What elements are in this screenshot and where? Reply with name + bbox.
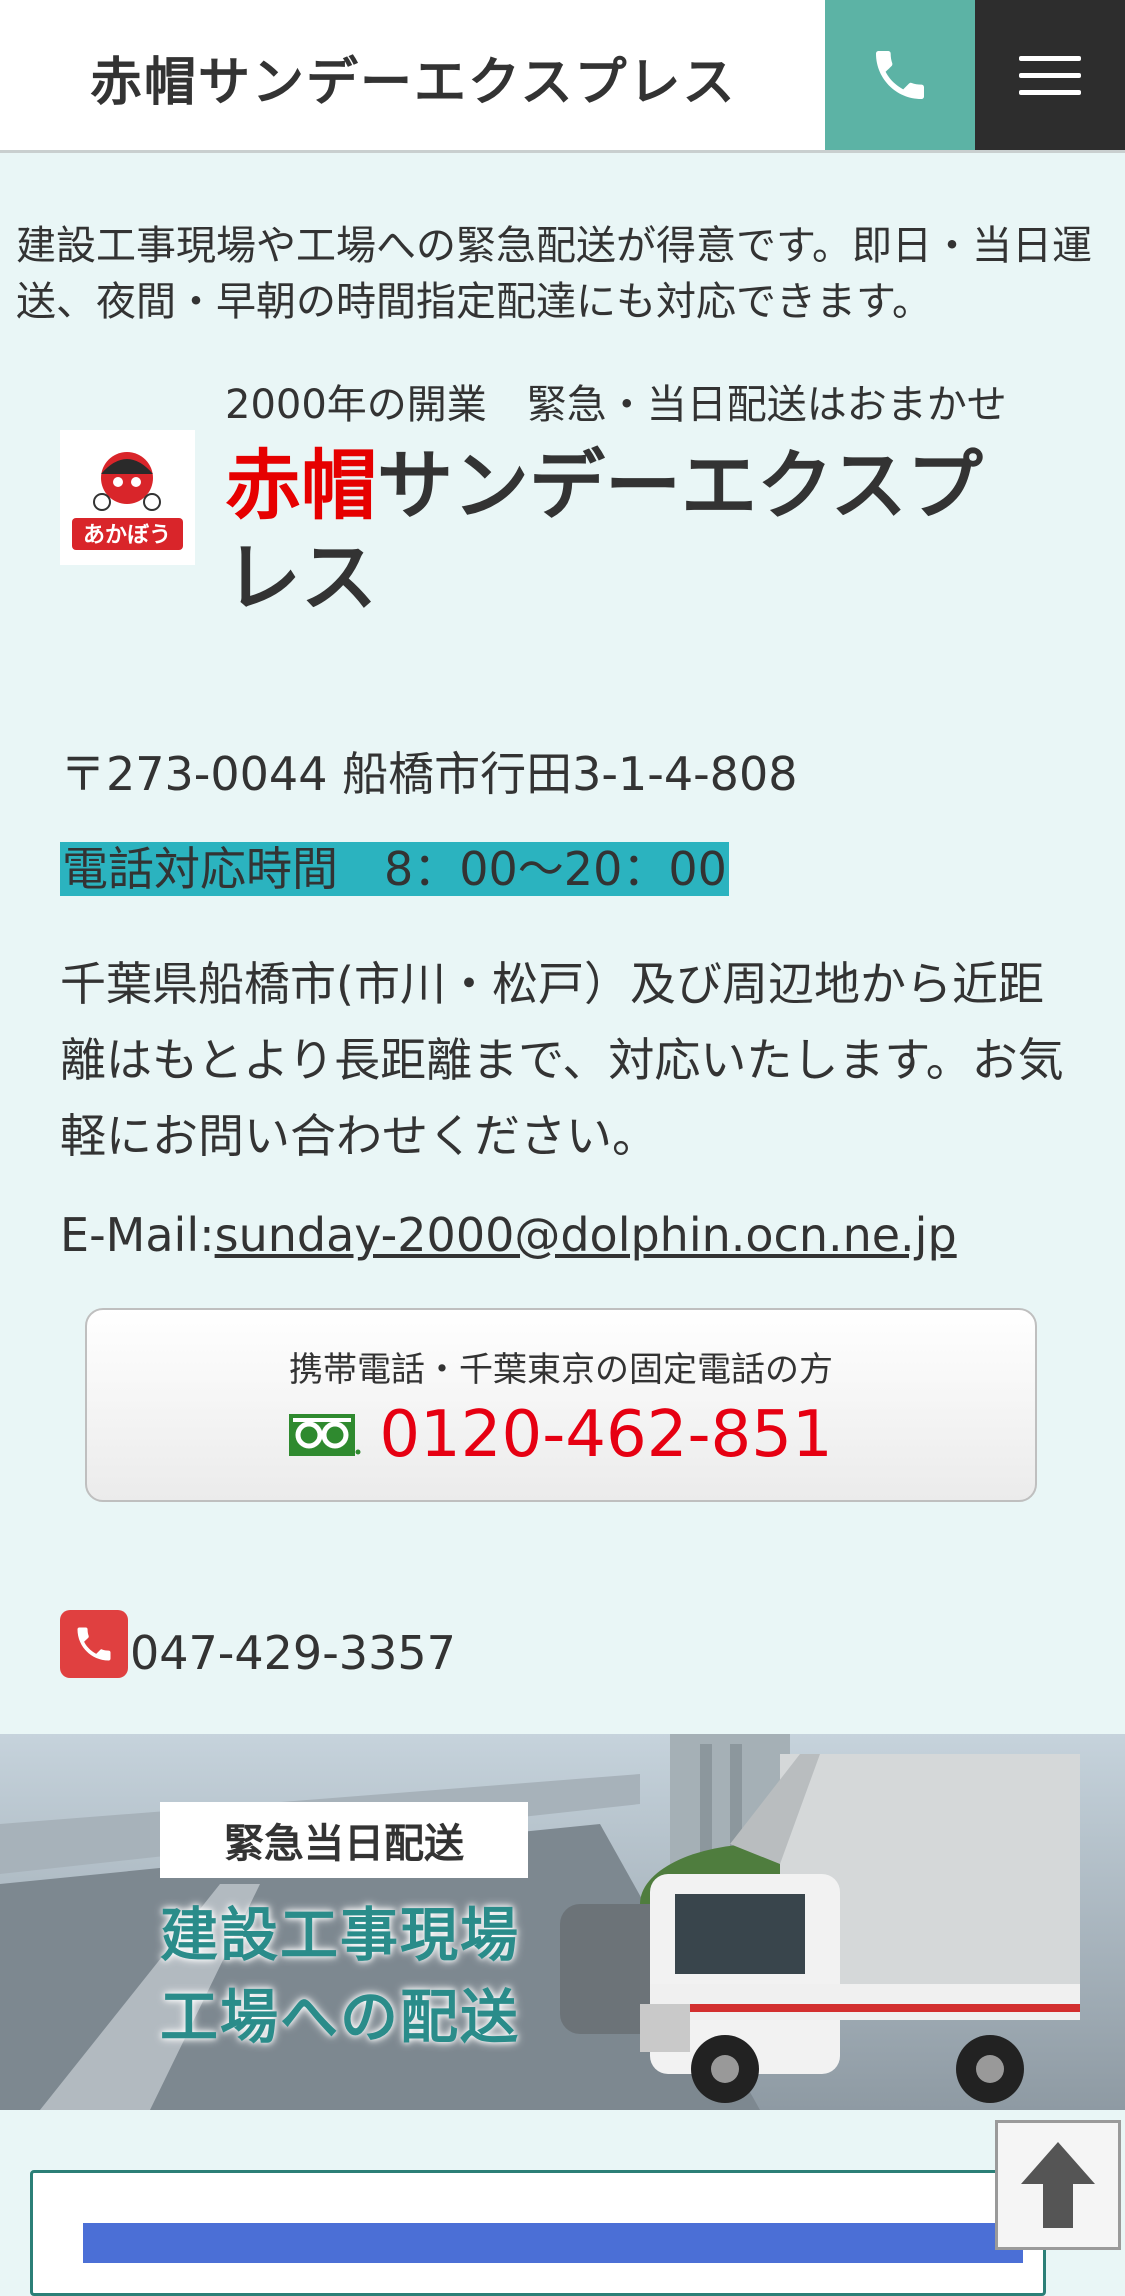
landline-number: 047-429-3357: [130, 1626, 456, 1680]
service-description: 千葉県船橋市(市川・松戸）及び周辺地から近距離はもとより長距離まで、対応いたしま…: [60, 957, 1064, 1163]
email-label: E-Mail:: [60, 1208, 215, 1262]
site-header: 赤帽サンデーエクスプレス: [0, 0, 1125, 153]
scroll-to-top-button[interactable]: [995, 2120, 1121, 2250]
hero-banner: 緊急当日配送 建設工事現場 工場への配送: [0, 1734, 1125, 2110]
freedial-number-row: 0120-462-851: [87, 1398, 1035, 1472]
card-image: [83, 2223, 1023, 2263]
banner-headline: 建設工事現場 工場への配送: [160, 1894, 520, 2058]
phone-hours: 電話対応時間 8：00〜20：00: [60, 842, 729, 896]
email-link[interactable]: sunday-2000@dolphin.ocn.ne.jp: [215, 1208, 957, 1262]
hamburger-menu-icon: [1019, 44, 1081, 107]
banner-badge: 緊急当日配送: [160, 1802, 528, 1878]
landline-phone[interactable]: 047-429-3357: [60, 1610, 456, 1678]
svg-text:あかぼう: あかぼう: [83, 523, 171, 548]
brand-name-red: 赤帽: [225, 441, 377, 530]
email-line: E-Mail:sunday-2000@dolphin.ocn.ne.jp: [60, 1208, 957, 1262]
company-tagline: 2000年の開業 緊急・当日配送はおまかせ: [225, 382, 1007, 428]
intro-text: 建設工事現場や工場への緊急配送が得意です。即日・当日運送、夜間・早朝の時間指定配…: [16, 223, 1092, 325]
company-address: 〒273-0044 船橋市行田3-1-4-808: [60, 747, 798, 801]
freedial-icon: [289, 1414, 361, 1456]
freedial-call-button[interactable]: 携帯電話・千葉東京の固定電話の方 0120-462-851: [85, 1308, 1037, 1502]
call-button[interactable]: [825, 0, 975, 150]
company-logo: あかぼう: [60, 430, 195, 565]
phone-icon: [876, 51, 924, 99]
arrow-up-icon: [1021, 2142, 1095, 2228]
content-card: [30, 2170, 1046, 2296]
freedial-lead-text: 携帯電話・千葉東京の固定電話の方: [289, 1350, 833, 1390]
company-brand-name: 赤帽サンデーエクスプレス: [225, 440, 1045, 624]
banner-headline-line2: 工場への配送: [160, 1983, 521, 2051]
banner-headline-line1: 建設工事現場: [160, 1901, 521, 1969]
phone-icon: [60, 1610, 128, 1678]
menu-button[interactable]: [975, 0, 1125, 150]
site-title[interactable]: 赤帽サンデーエクスプレス: [90, 40, 736, 115]
freedial-number: 0120-462-851: [379, 1398, 833, 1472]
